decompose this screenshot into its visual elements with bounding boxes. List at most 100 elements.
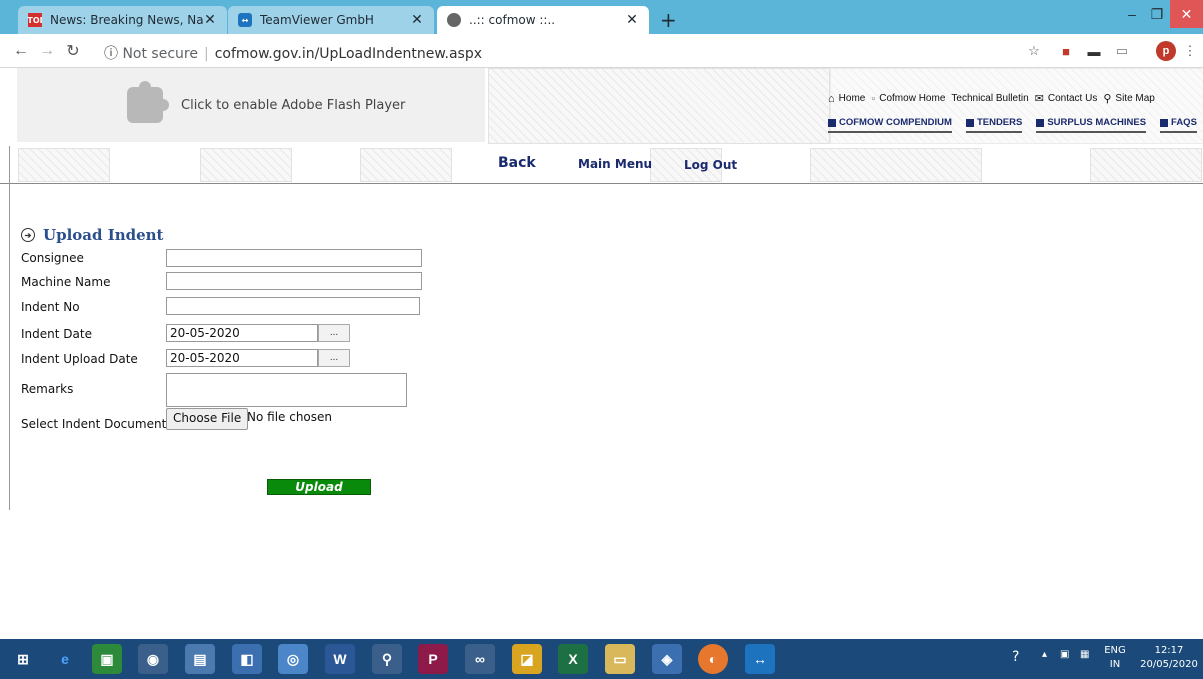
help-icon[interactable]: ? (1012, 649, 1019, 665)
indent-no-label: Indent No (21, 300, 80, 314)
extension-icon[interactable]: ▬ (1084, 41, 1104, 61)
infinity-app-icon[interactable]: ∞ (465, 644, 495, 674)
document-label: Select Indent Document (21, 417, 167, 431)
consignee-label: Consignee (21, 251, 84, 265)
cast-icon[interactable]: ▭ (1112, 41, 1132, 61)
technical-bulletin-link[interactable]: Technical Bulletin (951, 93, 1028, 104)
file-explorer-icon[interactable]: ▭ (605, 644, 635, 674)
tab-cofmow[interactable]: ..:: cofmow ::.. ✕ (437, 6, 649, 34)
flash-placeholder[interactable]: Click to enable Adobe Flash Player (17, 68, 485, 142)
remarks-label: Remarks (21, 382, 74, 396)
drive-icon[interactable]: ▤ (185, 644, 215, 674)
info-icon[interactable]: ⓘ (104, 46, 118, 62)
upload-button[interactable]: Upload (267, 479, 371, 495)
browser-tab-strip: TOI News: Breaking News, National n ✕ ↔ … (0, 0, 1203, 34)
top-links: ⌂ Home ▫ Cofmow Home Technical Bulletin … (828, 92, 1161, 106)
header-drawing-image (488, 68, 830, 144)
search-tool-icon[interactable]: ⚲ (372, 644, 402, 674)
left-border-line (9, 146, 10, 510)
store-icon[interactable]: ▣ (92, 644, 122, 674)
indent-date-label: Indent Date (21, 327, 92, 341)
file-status-text: No file chosen (247, 410, 333, 424)
nav-row: Back Main Menu Log Out (0, 144, 1203, 184)
tab-news[interactable]: TOI News: Breaking News, National n ✕ (18, 6, 227, 34)
main-menu-link[interactable]: Main Menu (578, 157, 652, 171)
new-tab-button[interactable]: + (660, 8, 677, 32)
sub-links: COFMOW COMPENDIUM TENDERS SURPLUS MACHIN… (828, 117, 1197, 133)
site-map-link[interactable]: Site Map (1115, 93, 1154, 104)
network-icon[interactable]: ▦ (1080, 649, 1089, 660)
clock[interactable]: 12:17 20/05/2020 (1140, 644, 1198, 672)
address-bar: ← → ↻ ⓘ Not secure | cofmow.gov.in/UpLoadI… (0, 34, 1203, 68)
reload-icon[interactable]: ↻ (62, 40, 84, 62)
tenders-link[interactable]: TENDERS (965, 117, 1023, 133)
close-window-icon[interactable]: ✕ (1170, 0, 1203, 28)
restore-icon[interactable]: ❐ (1146, 0, 1168, 28)
word-icon[interactable]: W (325, 644, 355, 674)
url-text: cofmow.gov.in/UpLoadIndentnew.aspx (214, 46, 483, 62)
publisher-icon[interactable]: P (418, 644, 448, 674)
search-icon: ⚲ (1103, 93, 1112, 105)
drawing-image (1090, 148, 1202, 182)
choose-file-button[interactable]: Choose File (166, 408, 249, 430)
teamviewer-icon[interactable]: ↔ (745, 644, 775, 674)
forward-arrow-icon[interactable]: → (36, 40, 58, 62)
drawing-image (360, 148, 452, 182)
tray-expand-icon[interactable]: ▴ (1042, 649, 1047, 660)
indent-upload-date-label: Indent Upload Date (21, 352, 138, 366)
tab-teamviewer[interactable]: ↔ TeamViewer GmbH ✕ (228, 6, 434, 34)
arrow-box-icon (828, 118, 836, 127)
machine-name-label: Machine Name (21, 275, 111, 289)
arrow-box-icon (1160, 118, 1169, 127)
close-tab-icon[interactable]: ✕ (625, 12, 639, 28)
contact-us-link[interactable]: Contact Us (1048, 93, 1097, 104)
minimize-icon[interactable]: – (1118, 0, 1146, 28)
close-tab-icon[interactable]: ✕ (203, 12, 217, 28)
url-field[interactable]: ⓘ Not secure | cofmow.gov.in/UpLoadIndentn… (104, 43, 482, 63)
drawing-image (18, 148, 110, 182)
windows-start-icon[interactable]: ⊞ (8, 644, 38, 674)
faqs-link[interactable]: FAQS (1160, 117, 1197, 133)
avatar[interactable]: p (1156, 41, 1176, 61)
app-icon[interactable]: ◪ (512, 644, 542, 674)
arrow-box-icon (1036, 118, 1045, 127)
compendium-link[interactable]: COFMOW COMPENDIUM (828, 117, 952, 133)
home-icon: ⌂ (828, 92, 835, 105)
tab-title: ..:: cofmow ::.. (469, 13, 556, 27)
form-title: ➔ Upload Indent (21, 226, 164, 244)
logout-link[interactable]: Log Out (684, 158, 737, 172)
plugin-puzzle-icon (127, 81, 169, 123)
upload-date-picker-button[interactable]: ... (318, 349, 350, 367)
internet-explorer-icon[interactable]: e (50, 644, 80, 674)
remarks-textarea[interactable] (166, 373, 407, 407)
close-tab-icon[interactable]: ✕ (410, 12, 424, 28)
back-arrow-icon[interactable]: ← (10, 40, 32, 62)
chrome-icon[interactable]: ◎ (278, 644, 308, 674)
drawing-image (810, 148, 982, 182)
extension-icon[interactable]: ■ (1056, 41, 1076, 61)
indent-upload-date-input[interactable]: 20-05-2020 (166, 349, 318, 367)
excel-icon[interactable]: X (558, 644, 588, 674)
indent-date-input[interactable]: 20-05-2020 (166, 324, 318, 342)
tray-icon[interactable]: ▣ (1060, 649, 1069, 660)
machine-name-input[interactable] (166, 272, 422, 290)
flash-prompt: Click to enable Adobe Flash Player (181, 97, 406, 113)
consignee-input[interactable] (166, 249, 422, 267)
cofmow-home-link[interactable]: Cofmow Home (879, 93, 945, 104)
indent-date-picker-button[interactable]: ... (318, 324, 350, 342)
tab-title: TeamViewer GmbH (260, 13, 374, 27)
firefox-icon[interactable]: ◐ (698, 644, 728, 674)
globe-icon (447, 13, 461, 27)
media-icon[interactable]: ◉ (138, 644, 168, 674)
python-icon[interactable]: ◈ (652, 644, 682, 674)
arrow-circle-icon: ➔ (21, 228, 35, 242)
menu-icon[interactable]: ⋮ (1180, 41, 1200, 61)
home-link[interactable]: Home (839, 93, 866, 104)
surplus-machines-link[interactable]: SURPLUS MACHINES (1036, 117, 1147, 133)
language-indicator[interactable]: ENG IN (1100, 644, 1130, 672)
app-icon[interactable]: ◧ (232, 644, 262, 674)
back-link[interactable]: Back (498, 155, 536, 171)
windows-taskbar: ⊞ e ▣ ◉ ▤ ◧ ◎ W ⚲ P ∞ ◪ X ▭ ◈ ◐ ↔ ? ▴ ▣ … (0, 639, 1203, 679)
bookmark-star-icon[interactable]: ☆ (1024, 41, 1044, 61)
indent-no-input[interactable] (166, 297, 420, 315)
